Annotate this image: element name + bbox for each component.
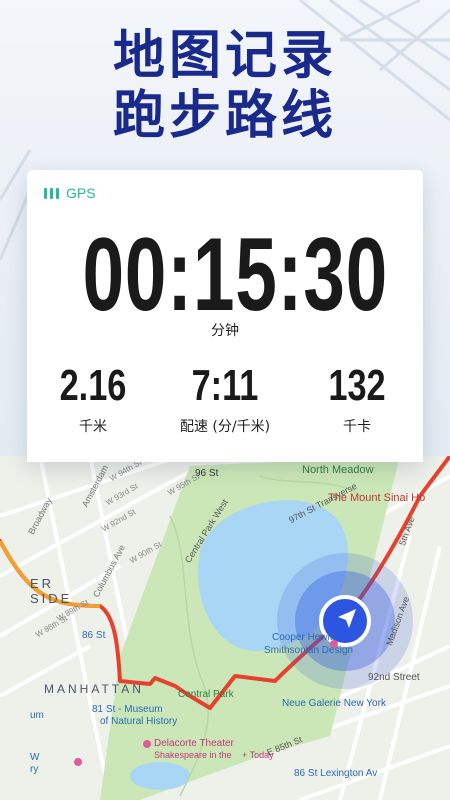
calories-stat: 132 千卡 [291, 362, 423, 436]
distance-label: 千米 [79, 419, 107, 435]
calories-value: 132 [328, 361, 386, 410]
museum-pin-icon [74, 758, 82, 766]
map-label-shakespeare: Shakespeare in the [154, 750, 232, 760]
theater-pin-icon [143, 740, 151, 748]
run-stats-card: GPS 00:15:30 分钟 2.16 千米 7:11 配速 (分/千米) 1… [27, 170, 423, 462]
pace-label: 配速 (分/千米) [179, 419, 271, 435]
calories-label: 千卡 [343, 419, 371, 435]
map-label-um: um [30, 710, 44, 721]
map-label-er: ER [30, 576, 55, 591]
headline: 地图记录 跑步路线 [0, 26, 450, 146]
map-label-ry: ry [30, 764, 39, 775]
elapsed-timer: 00:15:30 [82, 217, 388, 333]
map-label-cooper-hewitt: Cooper Hewitt [272, 632, 336, 643]
pace-value: 7:11 [191, 361, 259, 410]
map-label-side: SIDE [30, 591, 73, 606]
headline-line-2: 跑步路线 [112, 86, 337, 146]
pace-stat: 7:11 配速 (分/千米) [159, 362, 291, 436]
gps-signal-icon [44, 187, 59, 199]
map-label-museum-line-2: of Natural History [100, 716, 178, 727]
map-label-92nd-street: 92nd Street [368, 672, 420, 683]
route-map[interactable]: North Meadow The Mount Sinai Ho 96 St 97… [0, 456, 450, 800]
distance-value: 2.16 [59, 361, 127, 410]
gps-indicator: GPS [44, 185, 96, 201]
map-label-central-park: Central Park [178, 689, 234, 700]
map-label-w: W [30, 752, 40, 763]
map-label-86-st-lexington: 86 St Lexington Av [294, 768, 378, 779]
gps-label: GPS [66, 185, 96, 201]
map-label-smithsonian: Smithsonian Design [264, 645, 353, 656]
map-label-museum-line-1: 81 St - Museum [92, 704, 163, 715]
map-label-neue-galerie: Neue Galerie New York [282, 698, 386, 709]
map-label-north-meadow: North Meadow [302, 464, 374, 476]
map-label-86-st: 86 St [82, 630, 106, 641]
headline-line-1: 地图记录 [112, 26, 337, 86]
timer-unit: 分钟 [211, 323, 239, 339]
map-label-delacorte: Delacorte Theater [154, 738, 234, 749]
map-label-manhattan: MANHATTAN [44, 682, 144, 696]
distance-stat: 2.16 千米 [27, 362, 159, 436]
